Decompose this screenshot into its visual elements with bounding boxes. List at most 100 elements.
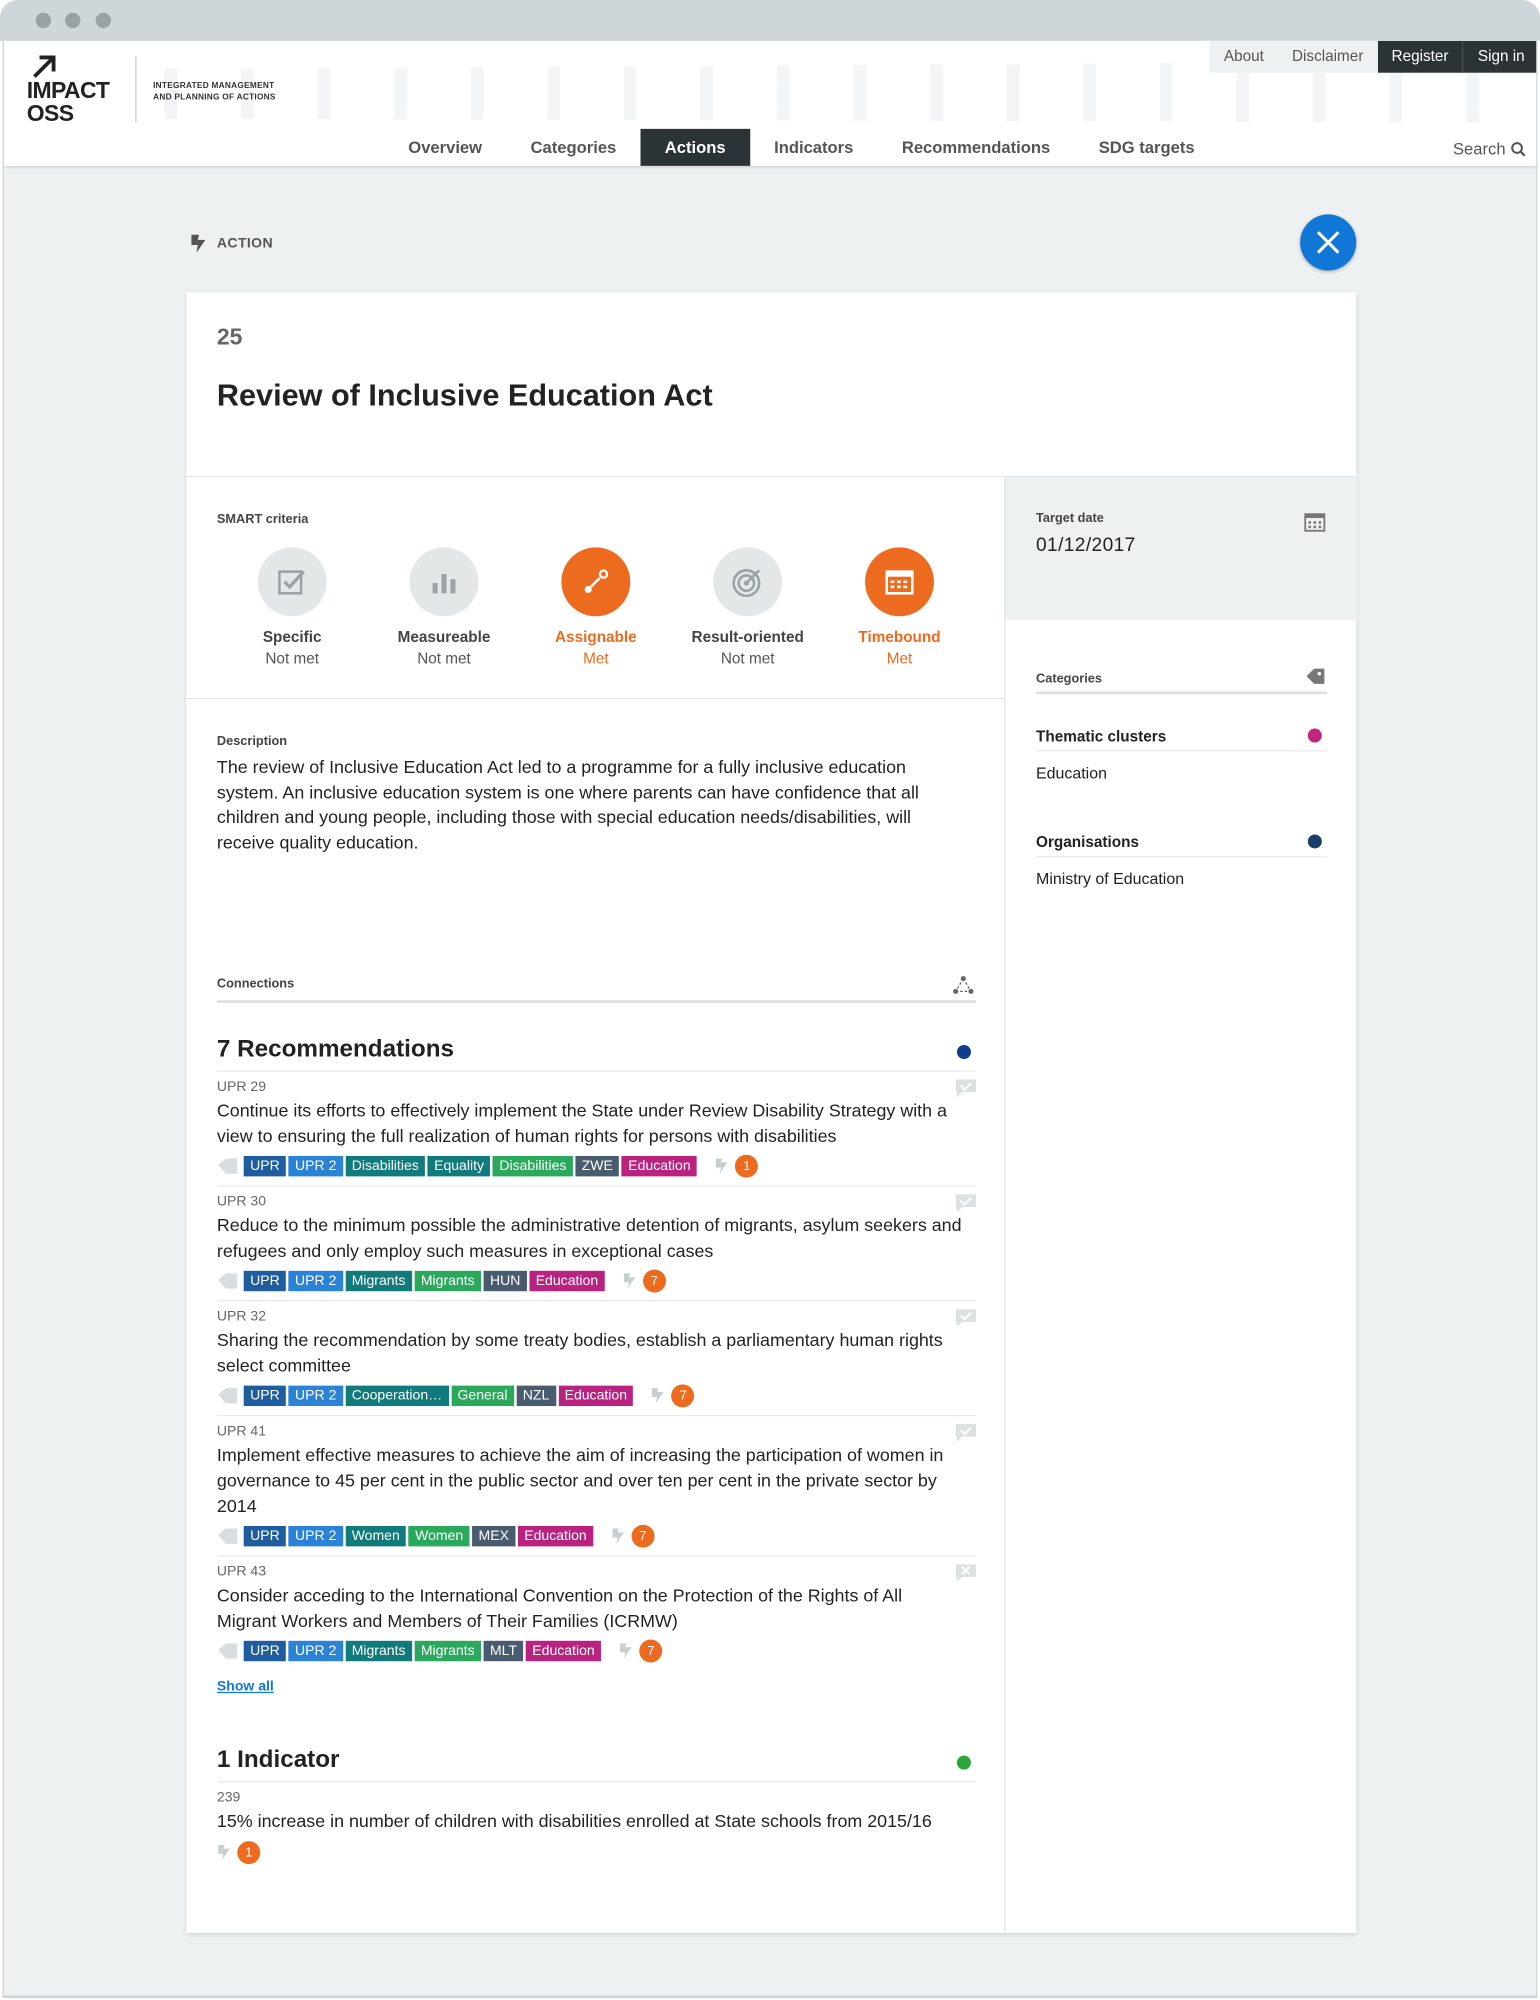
criterion-assignable: Assignable Met (526, 547, 666, 667)
criterion-status: Met (886, 649, 913, 668)
tag[interactable]: MEX (472, 1525, 516, 1547)
nav-disclaimer[interactable]: Disclaimer (1277, 40, 1378, 73)
tag-icon (218, 1643, 238, 1659)
content-type-text: ACTION (216, 236, 274, 252)
recommendation-item[interactable]: UPR 30 Reduce to the minimum possible th… (216, 1185, 977, 1293)
network-icon (953, 976, 974, 994)
tag-list: UPR UPR 2 Cooperation… General NZL Educa… (217, 1384, 976, 1408)
tag[interactable]: Migrants (345, 1270, 412, 1292)
tag[interactable]: Women (408, 1525, 470, 1547)
tag[interactable]: Education (529, 1270, 605, 1292)
categories-label: Categories (1036, 672, 1102, 687)
tag-list: UPR UPR 2 Migrants Migrants HUN Educatio… (217, 1269, 976, 1293)
divider (186, 697, 1005, 700)
tab-categories[interactable]: Categories (506, 129, 640, 166)
category-value[interactable]: Education (1036, 764, 1107, 782)
criterion-icon-circle (257, 547, 327, 617)
recommendation-text: Implement effective measures to achieve … (216, 1444, 944, 1516)
indicator-item[interactable]: 239 15% increase in number of children w… (216, 1781, 977, 1865)
tag[interactable]: General (451, 1385, 514, 1407)
tag[interactable]: HUN (483, 1270, 527, 1292)
tag[interactable]: UPR 2 (288, 1270, 343, 1292)
tab-sdg-targets[interactable]: SDG targets (1074, 129, 1218, 166)
target-date-value: 01/12/2017 (1036, 534, 1136, 557)
nav-about[interactable]: About (1209, 40, 1278, 73)
recommendations-title: 7 Recommendations (216, 1036, 455, 1063)
tab-indicators[interactable]: Indicators (750, 129, 878, 166)
recommendation-item[interactable]: UPR 29 Continue its efforts to effective… (216, 1070, 977, 1178)
recommendation-item[interactable]: UPR 43 Consider acceding to the Internat… (216, 1555, 977, 1663)
tag[interactable]: UPR 2 (288, 1525, 343, 1547)
nav-sign-in[interactable]: Sign in (1462, 40, 1537, 73)
tab-overview[interactable]: Overview (384, 129, 506, 166)
tag[interactable]: MLT (483, 1640, 524, 1662)
tag[interactable]: Migrants (414, 1270, 482, 1292)
tag[interactable]: Migrants (414, 1640, 482, 1662)
tab-actions[interactable]: Actions (640, 128, 750, 166)
recommendation-text: Consider acceding to the International C… (216, 1584, 903, 1631)
show-all-link[interactable]: Show all (217, 1679, 274, 1694)
tag[interactable]: UPR (243, 1155, 287, 1177)
criterion-specific: Specific Not met (222, 547, 362, 667)
criterion-status: Not met (720, 649, 775, 668)
screenshot: IMPACT OSS INTEGRATED MANAGEMENT AND PLA… (0, 0, 1540, 2000)
tag[interactable]: Equality (427, 1155, 491, 1177)
tag[interactable]: Education (558, 1385, 634, 1407)
logo[interactable]: IMPACT OSS (27, 79, 110, 125)
recommendation-item[interactable]: UPR 41 Implement effective measures to a… (216, 1414, 977, 1548)
tag[interactable]: Disabilities (492, 1155, 573, 1177)
action-card: 25 Review of Inclusive Education Act SMA… (186, 292, 1358, 1933)
tag[interactable]: Women (345, 1525, 407, 1547)
action-flash-icon (218, 1844, 230, 1861)
criterion-result-oriented: Result-oriented Not met (678, 547, 818, 667)
tag[interactable]: UPR (243, 1385, 287, 1407)
tag-icon (218, 1528, 238, 1544)
tag[interactable]: Education (525, 1640, 602, 1662)
criterion-name: Specific (262, 627, 322, 646)
tag[interactable]: Education (621, 1155, 698, 1177)
tag[interactable]: UPR (243, 1525, 287, 1547)
tagline-line-1: INTEGRATED MANAGEMENT (153, 81, 275, 91)
tag[interactable]: UPR (243, 1640, 287, 1662)
recommendation-id: UPR 43 (216, 1564, 267, 1580)
indicators-title: 1 Indicator (216, 1746, 340, 1774)
recommendation-item[interactable]: UPR 32 Sharing the recommendation by som… (216, 1300, 977, 1408)
criterion-icon-circle (865, 547, 934, 617)
tag[interactable]: Cooperation… (345, 1385, 449, 1407)
logo-line-2: OSS (26, 100, 74, 127)
window-maximize-dot[interactable] (95, 12, 112, 29)
recommendation-id: UPR 29 (216, 1079, 267, 1095)
action-flash-icon (652, 1388, 665, 1404)
tag[interactable]: UPR 2 (288, 1385, 343, 1407)
criterion-name: Assignable (554, 627, 637, 646)
category-value[interactable]: Ministry of Education (1036, 870, 1184, 888)
tag[interactable]: UPR 2 (288, 1640, 343, 1662)
tag[interactable]: Education (517, 1525, 594, 1547)
tag[interactable]: UPR 2 (288, 1155, 343, 1177)
nav-register[interactable]: Register (1377, 40, 1463, 73)
actions-count-badge: 7 (671, 1384, 695, 1408)
target-date-label: Target date (1036, 511, 1104, 526)
tag[interactable]: ZWE (575, 1155, 620, 1177)
site-header: IMPACT OSS INTEGRATED MANAGEMENT AND PLA… (3, 40, 1537, 166)
action-flash-icon (191, 234, 206, 253)
logo-divider (135, 56, 137, 123)
search-button[interactable]: Search (1453, 139, 1526, 158)
tag[interactable]: NZL (516, 1385, 556, 1407)
close-icon (1316, 231, 1340, 254)
criterion-status: Met (583, 649, 609, 668)
indicator-meta: 1 (217, 1841, 976, 1865)
tag[interactable]: Disabilities (345, 1155, 426, 1177)
divider (1036, 691, 1327, 695)
logo-line-1: IMPACT (26, 77, 110, 104)
message-x-icon (955, 1564, 977, 1583)
close-button[interactable] (1300, 214, 1357, 271)
tag-icon (218, 1273, 238, 1289)
tag[interactable]: Migrants (345, 1640, 412, 1662)
connections-label: Connections (216, 977, 295, 992)
tab-recommendations[interactable]: Recommendations (878, 129, 1075, 166)
recommendation-text: Continue its efforts to effectively impl… (216, 1099, 947, 1146)
window-minimize-dot[interactable] (65, 12, 81, 29)
tag[interactable]: UPR (243, 1270, 287, 1292)
window-close-dot[interactable] (35, 12, 52, 29)
